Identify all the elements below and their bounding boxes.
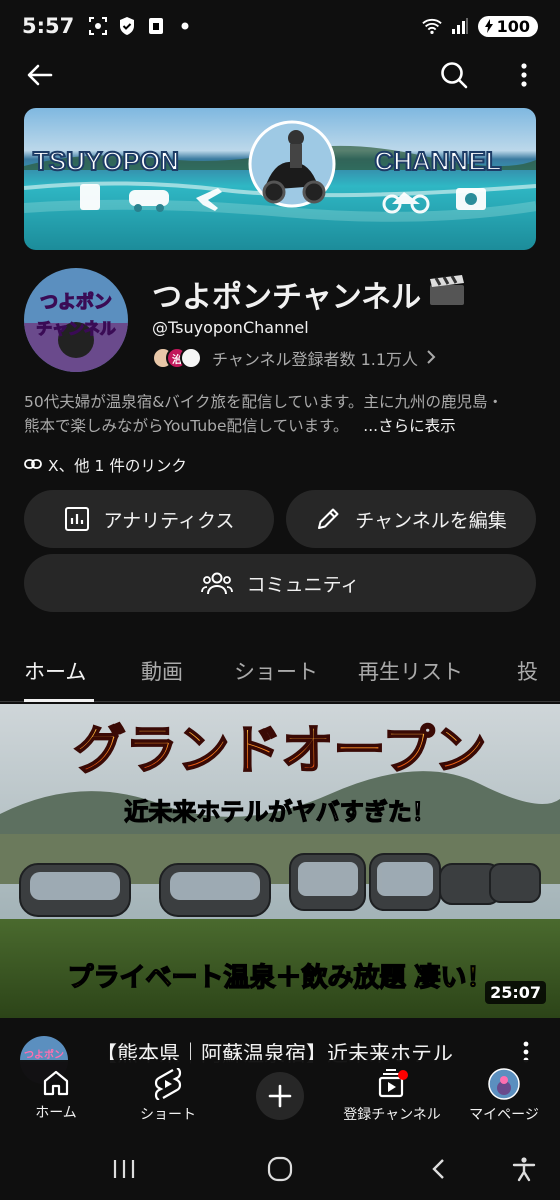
nav-shorts[interactable]: ショート: [118, 1068, 218, 1124]
plus-icon: [268, 1084, 292, 1108]
description-line: 50代夫婦が温泉宿&バイク旅を配信しています。主に九州の鹿児島・: [24, 393, 503, 411]
subscriber-count: チャンネル登録者数 1.1万人: [212, 350, 419, 369]
link-icon: [24, 456, 42, 474]
show-more-link[interactable]: ...さらに表示: [363, 417, 455, 435]
status-left-icons: [88, 16, 195, 36]
nav-home[interactable]: ホーム: [6, 1068, 106, 1122]
recent-apps-button[interactable]: [104, 1154, 144, 1184]
pencil-icon: [318, 508, 339, 529]
notification-dot: [398, 1070, 408, 1080]
nav-mypage[interactable]: マイページ: [454, 1068, 554, 1124]
chevron-left-icon: [432, 1159, 444, 1179]
search-icon: [441, 62, 468, 89]
nav-shorts-label: ショート: [140, 1107, 196, 1123]
subscriptions-icon: [378, 1069, 408, 1098]
back-system-button[interactable]: [418, 1154, 458, 1184]
profile-avatar-icon: [488, 1068, 520, 1100]
analytics-label: アナリティクス: [103, 509, 235, 532]
edit-channel-label: チャンネルを編集: [355, 509, 507, 532]
nav-mypage-label: マイページ: [469, 1107, 539, 1123]
clapperboard-icon: [427, 273, 467, 315]
more-options-button[interactable]: [504, 55, 544, 95]
battery-indicator: 100: [477, 15, 538, 37]
create-button[interactable]: [256, 1072, 304, 1120]
subscriber-avatars: 治: [152, 347, 202, 369]
channel-avatar[interactable]: つよポン チャンネル: [24, 268, 128, 372]
chevron-right-icon: [426, 349, 436, 368]
subscriber-avatar: [180, 347, 202, 369]
channel-tabs: ホーム 動画 ショート 再生リスト 投: [0, 642, 560, 702]
system-navigation-bar: [0, 1136, 560, 1200]
signal-icon: [450, 16, 470, 36]
nav-subscriptions[interactable]: 登録チャンネル: [342, 1068, 442, 1124]
recent-apps-icon: [113, 1160, 135, 1178]
accessibility-button[interactable]: [504, 1154, 544, 1184]
more-vert-icon: [521, 63, 527, 87]
shorts-icon: [154, 1068, 182, 1100]
video-duration: 25:07: [485, 981, 546, 1004]
sim-icon: [146, 16, 166, 36]
dot-icon: [175, 16, 195, 36]
channel-links[interactable]: X、他 1 件のリンク: [24, 454, 187, 476]
home-circle-icon: [267, 1156, 293, 1182]
avatar-text-top: つよポン: [40, 291, 112, 313]
channel-name: つよポンチャンネル: [152, 280, 422, 315]
search-button[interactable]: [434, 55, 474, 95]
nav-home-label: ホーム: [35, 1105, 77, 1121]
channel-description[interactable]: 50代夫婦が温泉宿&バイク旅を配信しています。主に九州の鹿児島・ 熊本で楽しみな…: [24, 390, 540, 438]
home-icon: [43, 1070, 69, 1096]
active-tab-indicator: [24, 699, 94, 702]
car-icon: [129, 190, 169, 206]
edit-channel-button[interactable]: チャンネルを編集: [286, 490, 536, 548]
subscriber-row[interactable]: 治 チャンネル登録者数 1.1万人: [152, 346, 436, 370]
analytics-icon: [64, 507, 89, 531]
status-time: 5:57: [22, 14, 75, 38]
status-bar: 5:57 100: [0, 0, 560, 52]
thumb-bottom-text: プライベート温泉＋飲み放題 凄い！: [67, 962, 492, 993]
shield-check-icon: [117, 16, 137, 36]
top-app-bar: [0, 52, 560, 98]
luggage-icon: [80, 184, 100, 210]
screenshot-icon: [88, 16, 108, 36]
analytics-button[interactable]: アナリティクス: [24, 490, 274, 548]
description-line: 熊本で楽しみながらYouTube配信しています。: [24, 417, 349, 435]
community-button[interactable]: コミュニティ: [24, 554, 536, 612]
battery-level: 100: [496, 16, 530, 36]
channel-banner[interactable]: TSUYOPON CHANNEL: [24, 108, 536, 250]
thumb-title-text: グランドオープン: [74, 721, 487, 781]
home-system-button[interactable]: [260, 1154, 300, 1184]
tab-videos[interactable]: 動画: [141, 656, 183, 686]
tab-shorts[interactable]: ショート: [234, 656, 318, 686]
channel-header: つよポン チャンネル つよポンチャンネル @TsuyoponChannel 治 …: [24, 268, 536, 378]
community-label: コミュニティ: [246, 573, 360, 596]
tab-playlists[interactable]: 再生リスト: [358, 656, 463, 686]
arrow-left-icon: [27, 64, 53, 86]
status-right: 100: [421, 15, 538, 37]
back-button[interactable]: [20, 55, 60, 95]
featured-video-thumbnail[interactable]: グランドオープン 近未来ホテルがヤバすぎた！ プライベート温泉＋飲み放題 凄い！…: [0, 704, 560, 1018]
nav-subscriptions-label: 登録チャンネル: [343, 1107, 441, 1123]
thumb-subtitle-text: 近未来ホテルがヤバすぎた！: [124, 798, 436, 826]
channel-title: つよポンチャンネル: [152, 272, 467, 316]
wifi-icon: [421, 16, 442, 36]
bottom-navigation: ホーム ショート 登録チャンネル マイページ: [0, 1060, 560, 1136]
avatar-text-bottom: チャンネル: [36, 319, 116, 338]
people-icon: [200, 572, 233, 595]
accessibility-icon: [512, 1157, 536, 1182]
links-label: X、他 1 件のリンク: [48, 457, 187, 475]
tab-posts[interactable]: 投: [517, 656, 538, 686]
banner-right-text: CHANNEL: [374, 146, 501, 176]
channel-handle: @TsuyoponChannel: [152, 318, 309, 337]
tab-home[interactable]: ホーム: [24, 656, 86, 686]
banner-left-text: TSUYOPON: [33, 146, 179, 176]
